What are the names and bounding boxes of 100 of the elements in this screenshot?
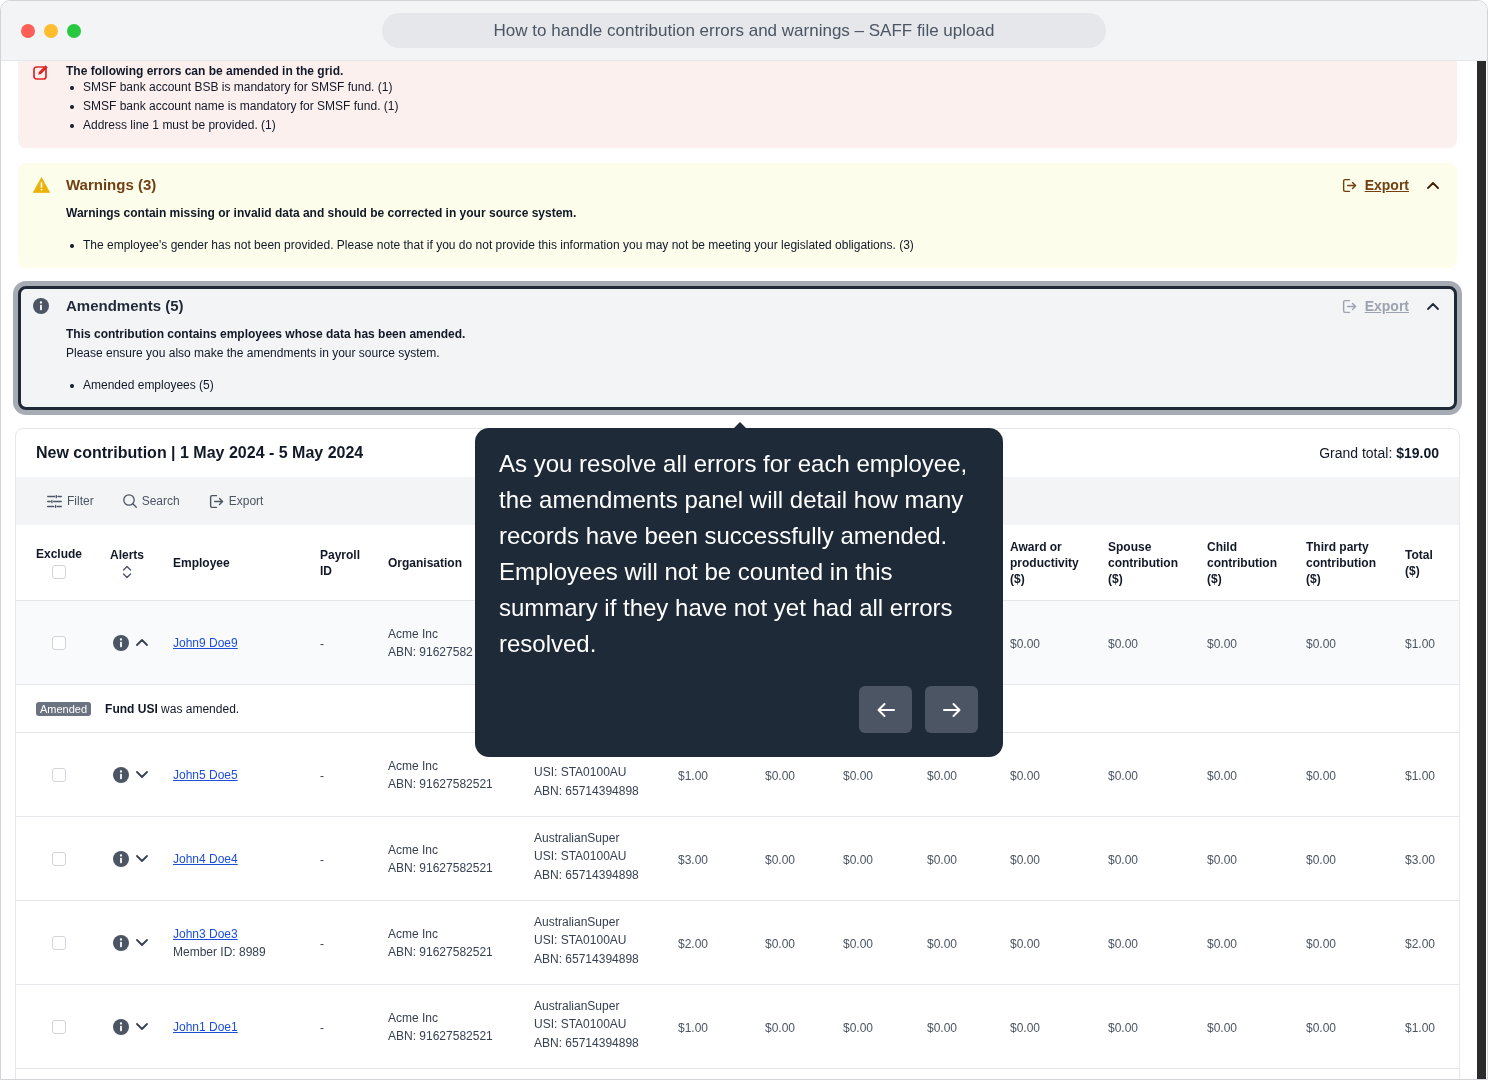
panel-summary: The following errors can be amended in the grid. [66,64,345,78]
column-header: Award or productivity ($) [1010,538,1080,587]
export-icon [208,493,224,509]
chevron-down-icon[interactable] [136,771,148,778]
amount-cell: $0.00 [1010,636,1041,651]
organisation-cell-text: Acme Inc ABN: 91627582521 [388,757,493,793]
info-icon [113,766,129,783]
organisation-cell-text: Acme Inc ABN: 91627582521 [388,925,493,961]
chevron-up-icon[interactable] [136,639,148,646]
column-header: Child contribution ($) [1207,538,1278,587]
amount-cell: $0.00 [1207,768,1238,783]
payroll-id: - [320,1020,324,1035]
bullet-icon [70,383,74,388]
amount-cell: $0.00 [927,936,958,951]
fund-cell-text: AustralianSuper USI: STA0100AU ABN: 65714394898 [534,913,639,968]
close-window-icon[interactable] [21,23,35,38]
previous-button[interactable] [859,686,912,733]
amount-cell: $0.00 [927,1020,958,1035]
checkbox[interactable] [52,767,66,782]
checkbox[interactable] [52,565,66,579]
next-button[interactable] [925,686,978,733]
amount-cell: $0.00 [1207,852,1238,867]
fund-cell-text: USI: STA0100AU ABN: 65714394898 [534,764,639,800]
column-header: Spouse contribution ($) [1108,538,1179,587]
panel-summary: Warnings contain missing or invalid data and should be corrected in your source system. [66,205,578,222]
amount-cell: $0.00 [765,936,796,951]
export-icon [1341,298,1357,314]
chevron-down-icon[interactable] [136,1023,148,1030]
chevron-up-icon[interactable] [1427,302,1439,310]
column-header: Alerts [110,546,144,563]
scrollbar[interactable] [1477,61,1486,1079]
list-item-text: SMSF bank account BSB is mandatory for SMSF fund. (1) [83,79,393,96]
amount-cell: $1.00 [1405,636,1436,651]
grand-total: Grand total: $19.00 [1319,443,1439,463]
info-icon [113,850,129,867]
amount-cell: $0.00 [1010,936,1041,951]
amount-cell: $0.00 [1010,852,1041,867]
organisation-cell-text: Acme Inc ABN: 91627582521 [388,841,493,877]
panel-title: Amendments (5) [66,296,184,316]
checkbox[interactable] [52,635,66,650]
employee-link[interactable]: John4 Doe4 [173,849,238,868]
amount-cell: $0.00 [1306,768,1337,783]
arrow-right-icon [942,701,961,718]
amended-tag: Amended [36,701,92,716]
employee-link[interactable]: John9 Doe9 [173,633,238,652]
export-icon [1341,177,1357,193]
amount-cell: $0.00 [1306,1020,1337,1035]
amount-cell: $1.00 [1405,768,1436,783]
checkbox[interactable] [52,935,66,950]
list-item-text: Amended employees (5) [83,377,214,394]
amount-cell: $0.00 [1207,1020,1238,1035]
column-header: Payroll ID [320,546,362,579]
member-id: Member ID: 8989 [173,943,266,961]
bullet-icon [70,123,74,128]
payroll-id: - [320,636,324,651]
filter-button[interactable]: Filter [37,486,104,516]
chevron-down-icon[interactable] [136,939,148,946]
chevron-up-icon[interactable] [1427,181,1439,189]
amount-cell: $0.00 [765,768,796,783]
info-icon [113,634,129,651]
amount-cell: $1.00 [678,768,709,783]
fund-cell-text: AustralianSuper USI: STA0100AU ABN: 65714394898 [534,997,639,1052]
sort-icon[interactable] [122,564,132,579]
chevron-down-icon[interactable] [136,855,148,862]
amount-cell: $1.00 [678,1020,709,1035]
employee-link[interactable]: John3 Doe3 [173,924,238,943]
amount-cell: $0.00 [927,768,958,783]
checkbox[interactable] [52,1019,66,1034]
arrow-left-icon [876,701,895,718]
column-header: Exclude [36,546,83,562]
amount-cell: $0.00 [1108,852,1139,867]
amount-cell: $0.00 [765,1020,796,1035]
amount-cell: $0.00 [843,936,874,951]
amount-cell: $1.00 [1405,1020,1436,1035]
address-bar[interactable]: How to handle contribution errors and warnings – SAFF file upload [382,13,1106,48]
column-header: Third party contribution ($) [1306,538,1377,587]
warning-icon [33,177,50,193]
column-header: Organisation [388,554,463,571]
contribution-title: New contribution | 1 May 2024 - 5 May 2024 [36,443,364,463]
organisation-cell-text: Acme Inc ABN: 91627582521 [388,1009,493,1045]
payroll-id: - [320,768,324,783]
fund-cell-text: AustralianSuper USI: STA0100AU ABN: 65714394898 [534,829,639,884]
amount-cell: $0.00 [1306,936,1337,951]
employee-link[interactable]: John5 Doe5 [173,765,238,784]
bullet-icon [70,104,74,109]
organisation-cell-text: Acme Inc ABN: 91627582 [388,625,473,661]
list-item-text: SMSF bank account name is mandatory for SMSF fund. (1) [83,98,399,115]
search-button[interactable]: Search [112,486,190,516]
amount-cell: $0.00 [843,852,874,867]
checkbox[interactable] [52,851,66,866]
amount-cell: $0.00 [1108,636,1139,651]
export-button[interactable]: Export [198,486,274,516]
amount-cell: $0.00 [765,852,796,867]
edit-icon [33,64,49,80]
export-link[interactable]: Export [1341,174,1409,196]
amount-cell: $0.00 [1207,636,1238,651]
amount-cell: $0.00 [1207,936,1238,951]
amount-cell: $0.00 [843,768,874,783]
amount-cell: $0.00 [1010,1020,1041,1035]
employee-link[interactable]: John1 Doe1 [173,1017,238,1036]
